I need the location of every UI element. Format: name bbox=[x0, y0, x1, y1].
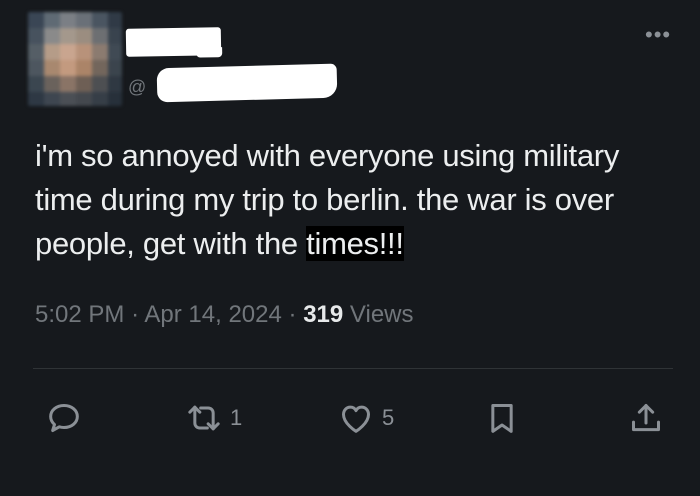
bookmark-icon bbox=[482, 398, 522, 438]
action-bar: 1 5 bbox=[0, 395, 700, 445]
tweet-metadata: 5:02 PM · Apr 14, 2024 · 319 Views bbox=[35, 301, 414, 329]
retweet-icon bbox=[184, 398, 224, 438]
redacted-display-name bbox=[125, 27, 222, 57]
like-button[interactable]: 5 bbox=[336, 395, 394, 441]
divider bbox=[33, 368, 673, 369]
share-icon bbox=[626, 398, 666, 438]
like-count: 5 bbox=[382, 405, 395, 430]
tweet-card: @ ••• i'm so annoyed with everyone using… bbox=[0, 0, 700, 496]
meta-separator: · bbox=[288, 301, 297, 328]
views-label: Views bbox=[349, 301, 414, 328]
meta-separator: · bbox=[131, 301, 140, 328]
retweet-count: 1 bbox=[230, 405, 243, 430]
bookmark-button[interactable] bbox=[482, 395, 522, 441]
tweet-text: i'm so annoyed with everyone using milit… bbox=[35, 134, 675, 266]
handle-at-symbol: @ bbox=[128, 77, 147, 97]
redacted-handle bbox=[156, 63, 338, 103]
reply-icon bbox=[44, 398, 84, 438]
tweet-text-highlight: times!!! bbox=[306, 226, 404, 261]
tweet-time[interactable]: 5:02 PM bbox=[35, 301, 124, 328]
tweet-date[interactable]: Apr 14, 2024 bbox=[144, 301, 281, 328]
reply-button[interactable] bbox=[44, 395, 84, 441]
avatar[interactable] bbox=[28, 12, 122, 106]
share-button[interactable] bbox=[626, 395, 666, 441]
more-options-button[interactable]: ••• bbox=[645, 24, 671, 46]
views-count: 319 bbox=[303, 301, 344, 328]
heart-icon bbox=[336, 398, 376, 438]
retweet-button[interactable]: 1 bbox=[184, 395, 242, 441]
